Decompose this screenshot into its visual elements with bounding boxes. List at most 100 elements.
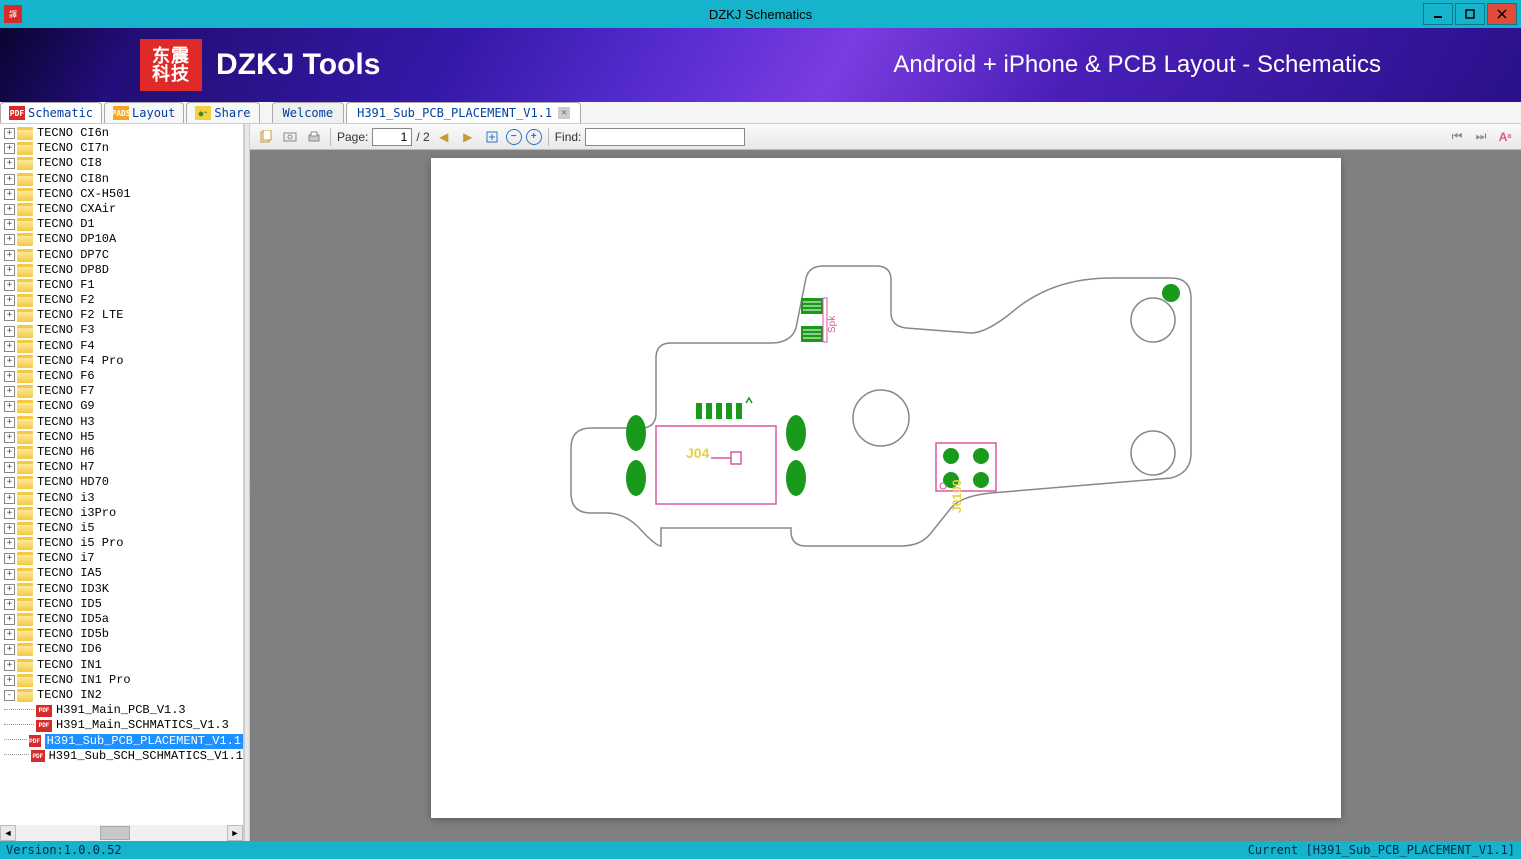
expand-icon[interactable]: + — [4, 310, 15, 321]
prev-page-icon[interactable]: ◀ — [434, 127, 454, 147]
tab-layout[interactable]: PADS Layout — [104, 102, 184, 123]
tree-folder[interactable]: +TECNO CX-H501 — [0, 187, 243, 202]
scroll-thumb[interactable] — [100, 826, 130, 840]
expand-icon[interactable]: + — [4, 250, 15, 261]
file-tree[interactable]: +TECNO CI6n+TECNO CI7n+TECNO CI8+TECNO C… — [0, 124, 243, 766]
tree-folder[interactable]: +TECNO F1 — [0, 278, 243, 293]
expand-icon[interactable]: + — [4, 553, 15, 564]
tab-schematic[interactable]: PDF Schematic — [0, 102, 102, 123]
tree-folder[interactable]: +TECNO i5 Pro — [0, 536, 243, 551]
tree-folder[interactable]: +TECNO F2 LTE — [0, 308, 243, 323]
find-prev-icon[interactable]: ⏮ — [1447, 127, 1467, 147]
tree-folder[interactable]: +TECNO H7 — [0, 460, 243, 475]
tree-folder[interactable]: +TECNO IN1 Pro — [0, 673, 243, 688]
tree-folder[interactable]: +TECNO CI8n — [0, 172, 243, 187]
tree-folder[interactable]: +TECNO ID5 — [0, 597, 243, 612]
minimize-button[interactable] — [1423, 3, 1453, 25]
tree-folder[interactable]: +TECNO CI8 — [0, 156, 243, 171]
expand-icon[interactable]: + — [4, 204, 15, 215]
expand-icon[interactable]: + — [4, 189, 15, 200]
doctab-welcome[interactable]: Welcome — [272, 102, 345, 123]
collapse-icon[interactable]: - — [4, 690, 15, 701]
tree-folder[interactable]: +TECNO IA5 — [0, 566, 243, 581]
tree-folder[interactable]: +TECNO G9 — [0, 399, 243, 414]
expand-icon[interactable]: + — [4, 447, 15, 458]
doctab-current[interactable]: H391_Sub_PCB_PLACEMENT_V1.1 ✕ — [346, 102, 581, 123]
tab-share[interactable]: ●⁺ Share — [186, 102, 259, 123]
page-input[interactable] — [372, 128, 412, 146]
expand-icon[interactable]: + — [4, 644, 15, 655]
tree-folder[interactable]: +TECNO F4 — [0, 339, 243, 354]
expand-icon[interactable]: + — [4, 158, 15, 169]
tree-file[interactable]: PDFH391_Main_SCHMATICS_V1.3 — [0, 718, 243, 733]
close-tab-icon[interactable]: ✕ — [558, 107, 570, 119]
tree-folder[interactable]: +TECNO i5 — [0, 521, 243, 536]
fit-page-icon[interactable] — [482, 127, 502, 147]
expand-icon[interactable]: + — [4, 341, 15, 352]
tree-folder[interactable]: +TECNO H3 — [0, 415, 243, 430]
next-page-icon[interactable]: ▶ — [458, 127, 478, 147]
expand-icon[interactable]: + — [4, 477, 15, 488]
canvas[interactable]: Spk J04 — [250, 150, 1521, 841]
expand-icon[interactable]: + — [4, 614, 15, 625]
expand-icon[interactable]: + — [4, 128, 15, 139]
scroll-right-icon[interactable]: ► — [227, 825, 243, 841]
expand-icon[interactable]: + — [4, 356, 15, 367]
maximize-button[interactable] — [1455, 3, 1485, 25]
tree-folder[interactable]: +TECNO CXAir — [0, 202, 243, 217]
expand-icon[interactable]: + — [4, 401, 15, 412]
tree-folder[interactable]: +TECNO i3Pro — [0, 506, 243, 521]
tree-file[interactable]: PDFH391_Sub_SCH_SCHMATICS_V1.1 — [0, 749, 243, 764]
zoom-out-icon[interactable]: − — [506, 129, 522, 145]
expand-icon[interactable]: + — [4, 675, 15, 686]
tree-folder[interactable]: +TECNO i3 — [0, 491, 243, 506]
tree-folder[interactable]: +TECNO CI7n — [0, 141, 243, 156]
tree-folder[interactable]: +TECNO HD70 — [0, 475, 243, 490]
tree-folder[interactable]: +TECNO H6 — [0, 445, 243, 460]
expand-icon[interactable]: + — [4, 417, 15, 428]
text-size-icon[interactable]: Aa — [1495, 127, 1515, 147]
tree-folder[interactable]: +TECNO F2 — [0, 293, 243, 308]
find-next-icon[interactable]: ⏭ — [1471, 127, 1491, 147]
expand-icon[interactable]: + — [4, 493, 15, 504]
tree-file[interactable]: PDFH391_Sub_PCB_PLACEMENT_V1.1 — [0, 734, 243, 749]
tree-folder[interactable]: +TECNO F6 — [0, 369, 243, 384]
expand-icon[interactable]: + — [4, 508, 15, 519]
expand-icon[interactable]: + — [4, 265, 15, 276]
tree-folder[interactable]: +TECNO ID3K — [0, 582, 243, 597]
zoom-in-icon[interactable]: + — [526, 129, 542, 145]
tree-folder[interactable]: +TECNO ID6 — [0, 642, 243, 657]
scroll-left-icon[interactable]: ◄ — [0, 825, 16, 841]
expand-icon[interactable]: + — [4, 386, 15, 397]
print-icon[interactable] — [304, 127, 324, 147]
expand-icon[interactable]: + — [4, 629, 15, 640]
expand-icon[interactable]: + — [4, 371, 15, 382]
expand-icon[interactable]: + — [4, 174, 15, 185]
tree-folder[interactable]: +TECNO H5 — [0, 430, 243, 445]
tree-folder[interactable]: +TECNO DP8D — [0, 263, 243, 278]
expand-icon[interactable]: + — [4, 523, 15, 534]
tree-folder[interactable]: +TECNO DP10A — [0, 232, 243, 247]
expand-icon[interactable]: + — [4, 280, 15, 291]
expand-icon[interactable]: + — [4, 584, 15, 595]
expand-icon[interactable]: + — [4, 143, 15, 154]
sidebar-hscroll[interactable]: ◄ ► — [0, 825, 243, 841]
expand-icon[interactable]: + — [4, 538, 15, 549]
expand-icon[interactable]: + — [4, 326, 15, 337]
expand-icon[interactable]: + — [4, 599, 15, 610]
tree-folder[interactable]: +TECNO ID5b — [0, 627, 243, 642]
tree-folder[interactable]: +TECNO F7 — [0, 384, 243, 399]
tree-file[interactable]: PDFH391_Main_PCB_V1.3 — [0, 703, 243, 718]
tree-folder[interactable]: +TECNO CI6n — [0, 126, 243, 141]
expand-icon[interactable]: + — [4, 219, 15, 230]
tree-folder[interactable]: +TECNO DP7C — [0, 248, 243, 263]
expand-icon[interactable]: + — [4, 569, 15, 580]
tree-folder[interactable]: +TECNO i7 — [0, 551, 243, 566]
expand-icon[interactable]: + — [4, 234, 15, 245]
tree-folder-expanded[interactable]: -TECNO IN2 — [0, 688, 243, 703]
tree-folder[interactable]: +TECNO ID5a — [0, 612, 243, 627]
tree-folder[interactable]: +TECNO IN1 — [0, 658, 243, 673]
tree-folder[interactable]: +TECNO D1 — [0, 217, 243, 232]
expand-icon[interactable]: + — [4, 462, 15, 473]
expand-icon[interactable]: + — [4, 295, 15, 306]
